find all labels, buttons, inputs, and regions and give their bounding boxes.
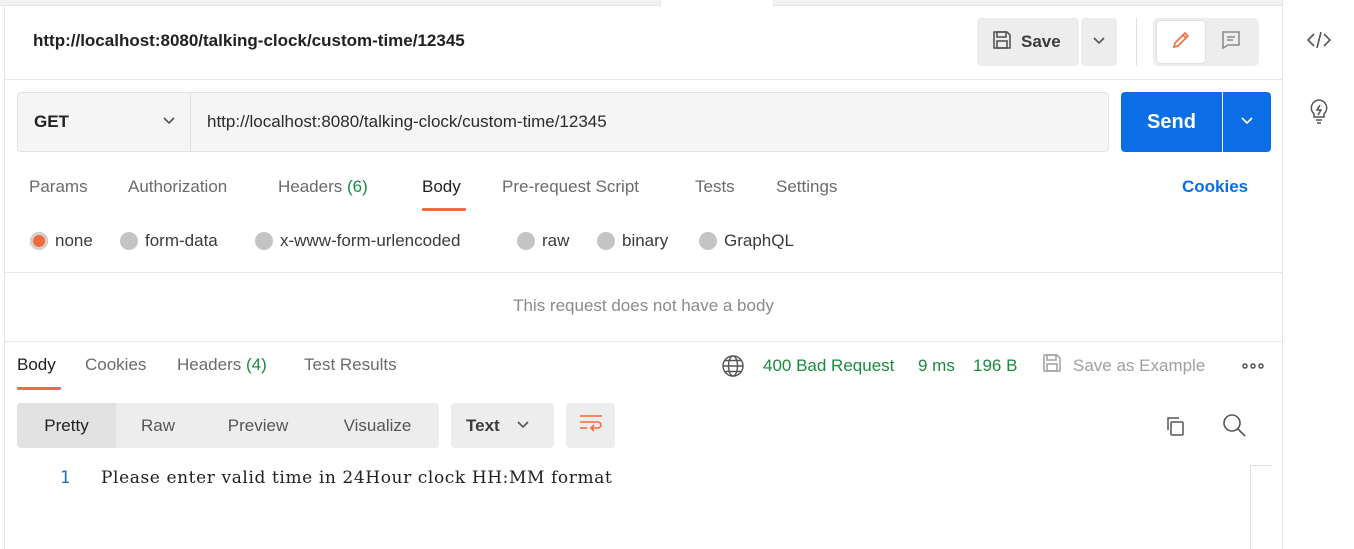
response-tab-cookies[interactable]: Cookies [85,355,146,375]
tab-settings[interactable]: Settings [776,177,837,197]
save-as-example-button[interactable]: Save as Example [1041,352,1205,379]
radio-form-data-label: form-data [145,231,218,250]
radio-urlencoded[interactable]: x-www-form-urlencoded [255,231,460,251]
radio-none[interactable]: none [30,231,93,251]
radio-selected-icon [30,232,48,250]
view-raw-button[interactable]: Raw [116,403,200,448]
radio-graphql-label: GraphQL [724,231,794,250]
left-border [4,6,5,549]
format-select[interactable]: Text [451,403,554,448]
pencil-icon [1170,29,1192,56]
url-input[interactable]: http://localhost:8080/talking-clock/cust… [190,92,1109,152]
lightbulb-icon [1307,97,1331,130]
tab-body[interactable]: Body [422,177,461,197]
tab-tests[interactable]: Tests [695,177,735,197]
view-pretty-button[interactable]: Pretty [17,403,116,448]
more-options-icon[interactable] [1241,356,1265,376]
chevron-down-icon [162,113,176,132]
context-bar-button[interactable] [1304,98,1334,128]
radio-binary[interactable]: binary [597,231,668,251]
search-icon[interactable] [1220,411,1248,439]
active-request-tab[interactable] [660,0,774,7]
comments-mode-button[interactable] [1207,21,1255,63]
format-select-label: Text [466,415,500,435]
view-preview-button[interactable]: Preview [200,403,316,448]
editor-scroll-edge [1250,465,1272,466]
cookies-link[interactable]: Cookies [1182,177,1248,197]
send-button[interactable]: Send [1121,92,1222,152]
header-divider-line [5,79,1282,80]
response-headers-count: (4) [246,355,267,374]
chevron-down-icon [516,416,530,436]
tab-params[interactable]: Params [29,177,88,197]
body-divider [5,272,1282,273]
method-select[interactable]: GET [17,92,191,152]
radio-form-data[interactable]: form-data [120,231,218,251]
radio-urlencoded-label: x-www-form-urlencoded [280,231,461,250]
tab-authorization[interactable]: Authorization [128,177,227,197]
chevron-down-icon [1092,33,1106,52]
chevron-down-icon [1240,113,1254,132]
save-button[interactable]: Save [977,18,1079,66]
radio-icon [699,232,717,250]
method-label: GET [34,112,69,131]
code-snippet-button[interactable] [1304,28,1334,56]
headers-count: (6) [347,177,368,196]
comment-icon [1220,29,1242,56]
response-time[interactable]: 9 ms [918,356,955,376]
no-body-message: This request does not have a body [513,296,774,315]
save-button-label: Save [1021,32,1061,51]
globe-icon[interactable] [721,354,745,378]
save-disk-icon [1041,352,1063,379]
editor-scrollbar-track[interactable] [1250,465,1251,549]
tab-headers-label: Headers [278,177,343,196]
save-disk-icon [991,29,1013,56]
right-sidebar-divider [1282,0,1283,549]
radio-raw-label: raw [542,231,570,250]
tab-headers[interactable]: Headers (6) [278,177,368,197]
response-tab-headers-label: Headers [177,355,242,374]
send-options-button[interactable] [1223,92,1271,152]
response-tab-test-results[interactable]: Test Results [304,355,397,375]
response-divider [5,341,1282,342]
tab-strip [0,0,1282,7]
save-options-button[interactable] [1081,18,1117,66]
active-tab-indicator [422,208,466,211]
header-divider [1136,18,1137,66]
status-code[interactable]: 400 Bad Request [763,356,894,376]
response-tab-body[interactable]: Body [17,355,56,375]
radio-binary-label: binary [622,231,669,250]
response-size[interactable]: 196 B [973,356,1017,376]
request-title[interactable]: http://localhost:8080/talking-clock/cust… [33,31,465,51]
response-tab-headers[interactable]: Headers (4) [177,355,267,375]
line-number: 1 [60,468,71,488]
radio-icon [517,232,535,250]
radio-none-label: none [55,231,93,250]
radio-icon [597,232,615,250]
wrap-lines-icon [578,412,604,439]
radio-raw[interactable]: raw [517,231,569,251]
response-active-tab-indicator [17,387,61,390]
edit-mode-button[interactable] [1157,21,1205,63]
view-visualize-button[interactable]: Visualize [316,403,439,448]
save-as-example-label: Save as Example [1073,355,1206,375]
radio-graphql[interactable]: GraphQL [699,231,794,251]
wrap-lines-button[interactable] [566,403,615,448]
copy-icon[interactable] [1161,412,1189,440]
tab-pre-request-script[interactable]: Pre-request Script [502,177,639,197]
response-body-line: Please enter valid time in 24Hour clock … [101,468,613,488]
radio-icon [120,232,138,250]
code-icon [1306,29,1332,56]
radio-icon [255,232,273,250]
